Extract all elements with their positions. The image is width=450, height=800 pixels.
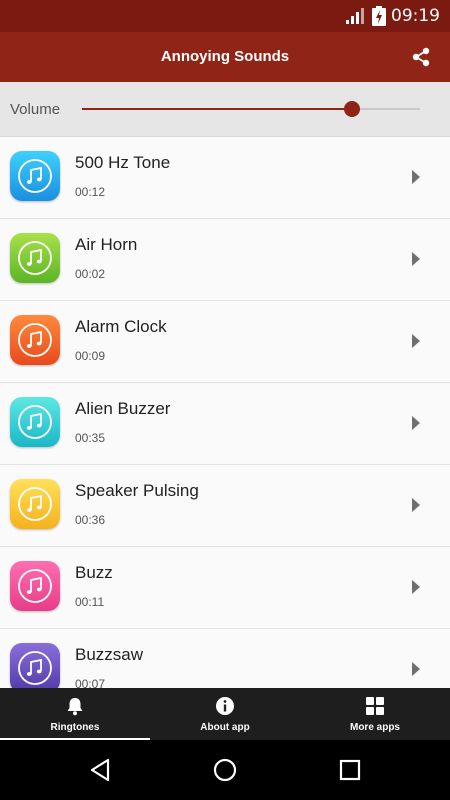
list-item[interactable]: Alarm Clock 00:09 — [0, 301, 450, 383]
tab-ringtones-label: Ringtones — [50, 722, 100, 733]
grid-icon — [366, 697, 384, 715]
music-note-icon — [10, 397, 60, 447]
home-icon[interactable] — [211, 756, 239, 784]
sound-duration: 00:02 — [75, 267, 106, 281]
bottom-nav: Ringtones About app More apps — [0, 688, 450, 740]
sound-duration: 00:09 — [75, 349, 106, 363]
list-item[interactable]: Air Horn 00:02 — [0, 219, 450, 301]
sound-duration: 00:35 — [75, 431, 106, 445]
sound-title: Alien Buzzer — [75, 399, 171, 418]
sound-duration: 00:07 — [75, 677, 106, 688]
share-icon[interactable] — [410, 46, 432, 68]
music-note-icon — [10, 561, 60, 611]
tab-more-apps[interactable]: More apps — [300, 688, 450, 740]
music-note-icon — [10, 643, 60, 688]
battery-charging-icon — [372, 6, 386, 26]
play-icon[interactable] — [412, 334, 420, 348]
play-icon[interactable] — [412, 416, 420, 430]
tab-ringtones[interactable]: Ringtones — [0, 688, 150, 740]
tab-about-app-label: About app — [200, 722, 250, 733]
bell-icon — [67, 698, 83, 716]
play-icon[interactable] — [412, 580, 420, 594]
volume-slider[interactable] — [82, 101, 420, 117]
sound-duration: 00:36 — [75, 513, 106, 527]
music-note-icon — [10, 315, 60, 365]
list-item[interactable]: Buzzsaw 00:07 — [0, 629, 450, 688]
list-item[interactable]: Alien Buzzer 00:35 — [0, 383, 450, 465]
app-title: Annoying Sounds — [160, 48, 290, 65]
list-item[interactable]: Speaker Pulsing 00:36 — [0, 465, 450, 547]
sound-title: Buzz — [75, 563, 113, 582]
volume-label: Volume — [10, 101, 61, 118]
status-time: 09:19 — [391, 6, 440, 26]
status-bar: 09:19 — [0, 0, 450, 32]
info-icon — [216, 697, 234, 715]
sound-duration: 00:12 — [75, 185, 106, 199]
sound-title: 500 Hz Tone — [75, 153, 171, 172]
play-icon[interactable] — [412, 498, 420, 512]
sound-duration: 00:11 — [75, 595, 105, 609]
back-icon[interactable] — [86, 756, 114, 784]
play-icon[interactable] — [412, 170, 420, 184]
sound-list: 500 Hz Tone 00:12 Air Horn 00:02 Alarm Clock… — [0, 137, 450, 688]
list-item[interactable]: 500 Hz Tone 00:12 — [0, 137, 450, 219]
system-nav-bar — [0, 740, 450, 800]
volume-slider-fill — [82, 108, 353, 110]
signal-icon — [346, 8, 364, 24]
volume-row: Volume — [0, 82, 450, 137]
music-note-icon — [10, 151, 60, 201]
play-icon[interactable] — [412, 662, 420, 676]
tab-more-apps-label: More apps — [349, 722, 400, 733]
sound-title: Buzzsaw — [75, 645, 144, 664]
music-note-icon — [10, 479, 60, 529]
list-item[interactable]: Buzz 00:11 — [0, 547, 450, 629]
music-note-icon — [10, 233, 60, 283]
recents-icon[interactable] — [336, 756, 364, 784]
app-bar: Annoying Sounds — [0, 32, 450, 82]
sound-title: Alarm Clock — [75, 317, 167, 336]
tab-about-app[interactable]: About app — [150, 688, 300, 740]
play-icon[interactable] — [412, 252, 420, 266]
sound-title: Speaker Pulsing — [75, 481, 199, 500]
sound-title: Air Horn — [75, 235, 138, 254]
volume-slider-thumb[interactable] — [344, 101, 361, 117]
